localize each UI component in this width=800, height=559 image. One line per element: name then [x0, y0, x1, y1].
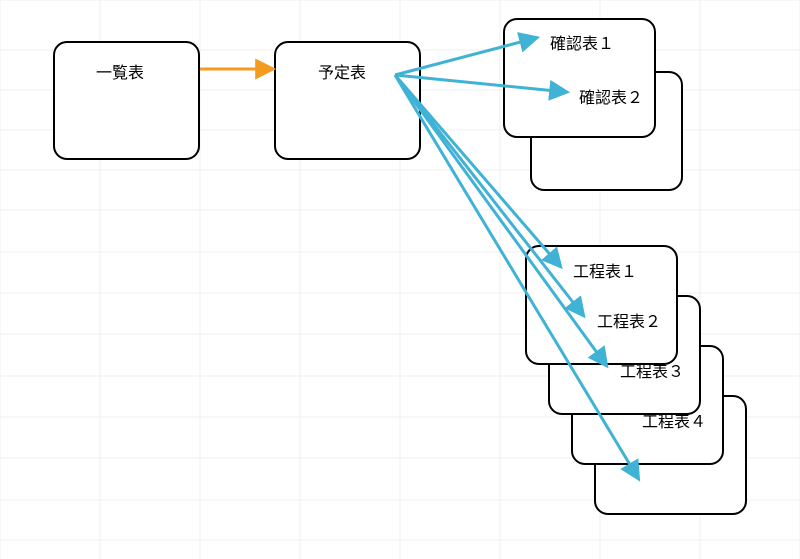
node-confirm2-label: 確認表２ [579, 84, 643, 108]
node-process1-label: 工程表１ [573, 258, 637, 282]
node-process3-label: 工程表３ [620, 358, 684, 382]
diagram-canvas: 一覧表 予定表 確認表１ 確認表２ 工程表１ 工程表２ 工程表３ 工程表４ [0, 0, 800, 559]
node-process2-label: 工程表２ [597, 308, 661, 332]
node-list-label: 一覧表 [96, 59, 144, 83]
node-process4-label: 工程表４ [642, 408, 706, 432]
node-schedule-label: 予定表 [318, 59, 366, 83]
node-confirm1-label: 確認表１ [550, 30, 614, 54]
